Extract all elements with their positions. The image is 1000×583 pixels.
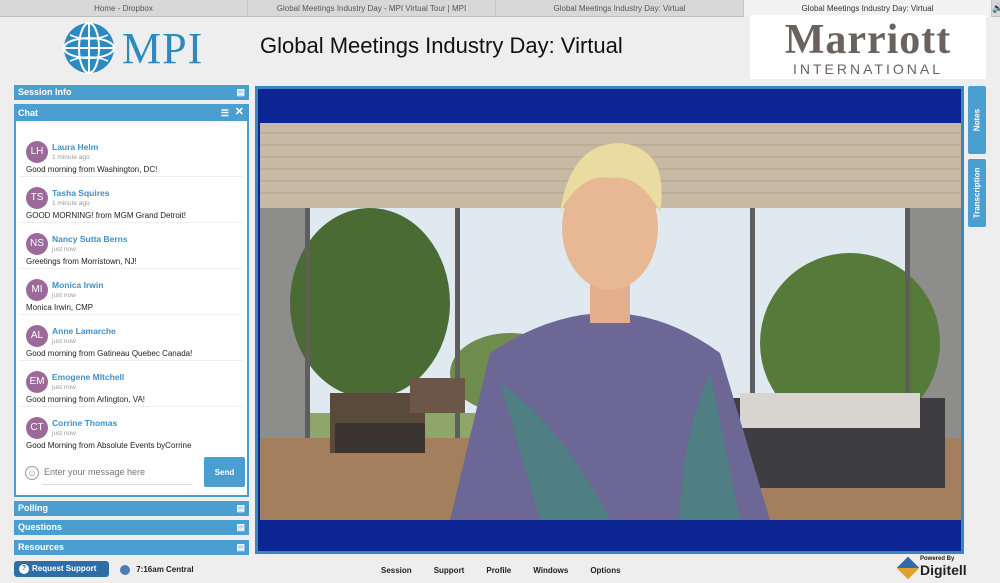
nav-profile[interactable]: Profile — [486, 566, 511, 575]
chat-message: LH Laura Helm 1 minute ago Good morning … — [20, 131, 243, 177]
footer-nav: Session Support Profile Windows Options — [381, 566, 643, 575]
collapse-icon[interactable]: ▤ — [236, 540, 245, 555]
menu-icon[interactable]: ☰ — [221, 106, 229, 121]
chat-message: NS Nancy Sutta Berns just now Greetings … — [20, 223, 243, 269]
chat-message: MI Monica Irwin just now Monica Irwin, C… — [20, 269, 243, 315]
digitell-brand: Digitell — [920, 562, 967, 578]
panel-title: Resources — [18, 542, 65, 552]
mpi-logo[interactable]: MPI — [62, 21, 203, 75]
message-text: Monica Irwin, CMP — [26, 303, 94, 312]
collapse-icon[interactable]: ▤ — [236, 520, 245, 535]
message-text: Good Morning from Absolute Events byCorr… — [26, 441, 192, 450]
message-time: 1 minute ago — [52, 154, 90, 161]
digitell-diamond-icon — [896, 556, 920, 580]
sponsor-logo[interactable]: Marriott INTERNATIONAL — [750, 15, 986, 79]
chat-message: TS Tasha Squires 1 minute ago GOOD MORNI… — [20, 177, 243, 223]
message-time: just now — [52, 292, 76, 299]
sponsor-subtitle: INTERNATIONAL — [793, 61, 943, 77]
request-support-label: Request Support — [32, 564, 97, 573]
tab-label: Notes — [972, 108, 982, 132]
message-author[interactable]: Anne Lamarche — [52, 326, 116, 336]
chat-message: AL Anne Lamarche just now Good morning f… — [20, 315, 243, 361]
chat-message: CT Corrine Thomas just now Good Morning … — [20, 407, 243, 453]
message-author[interactable]: Tasha Squires — [52, 188, 109, 198]
panel-title: Questions — [18, 522, 63, 532]
chat-message-list[interactable]: LH Laura Helm 1 minute ago Good morning … — [16, 121, 247, 450]
tab-extras: 🔊 ✕ + — [992, 0, 1000, 16]
avatar: CT — [26, 417, 48, 439]
message-text: Good morning from Arlington, VA! — [26, 395, 146, 404]
video-stage[interactable] — [258, 89, 961, 551]
message-author[interactable]: Monica Irwin — [52, 280, 103, 290]
send-button[interactable]: Send — [204, 457, 245, 487]
close-icon[interactable]: ✕ — [235, 105, 244, 120]
chat-panel: Chat ☰ ✕ LH Laura Helm 1 minute ago Good… — [14, 104, 249, 497]
panel-title: Session Info — [18, 87, 72, 97]
browser-tab[interactable]: Global Meetings Industry Day - MPI Virtu… — [248, 0, 496, 17]
chat-input-row: ☺ Send — [20, 457, 245, 489]
message-time: just now — [52, 430, 76, 437]
message-time: 1 minute ago — [52, 200, 90, 207]
message-time: just now — [52, 338, 76, 345]
nav-support[interactable]: Support — [434, 566, 465, 575]
emoji-icon[interactable]: ☺ — [25, 466, 39, 480]
avatar: NS — [26, 233, 48, 255]
browser-tab[interactable]: Global Meetings Industry Day: Virtual — [496, 0, 744, 17]
avatar: LH — [26, 141, 48, 163]
presenter-video-image — [260, 123, 961, 520]
message-text: GOOD MORNING! from MGM Grand Detroit! — [26, 211, 187, 220]
sponsor-name: Marriott — [784, 17, 952, 63]
message-time: just now — [52, 246, 76, 253]
message-text: Greetings from Morristown, NJ! — [26, 257, 137, 266]
tab-label: Transcription — [972, 167, 982, 219]
avatar: AL — [26, 325, 48, 347]
panel-resources[interactable]: Resources ▤ — [14, 540, 249, 555]
speaker-icon[interactable]: 🔊 — [992, 3, 1000, 14]
message-text: Good morning from Washington, DC! — [26, 165, 158, 174]
panel-questions[interactable]: Questions ▤ — [14, 520, 249, 535]
panel-title: Chat — [18, 108, 38, 118]
chat-header: Chat ☰ ✕ — [16, 106, 247, 121]
collapse-icon[interactable]: ▤ — [236, 85, 245, 100]
clock-icon — [120, 565, 130, 575]
tab-transcription[interactable]: Transcription — [968, 159, 986, 227]
avatar: MI — [26, 279, 48, 301]
page-title: Global Meetings Industry Day: Virtual — [260, 33, 623, 58]
clock-time: 7:16am Central — [136, 565, 194, 575]
message-author[interactable]: Emogene MItchell — [52, 372, 124, 382]
nav-session[interactable]: Session — [381, 566, 412, 575]
message-time: just now — [52, 384, 76, 391]
nav-windows[interactable]: Windows — [533, 566, 568, 575]
mpi-logo-text: MPI — [122, 23, 204, 73]
panel-session-info[interactable]: Session Info ▤ — [14, 85, 249, 100]
browser-tab[interactable]: Home - Dropbox — [0, 0, 248, 17]
avatar: TS — [26, 187, 48, 209]
panel-title: Polling — [18, 503, 48, 513]
request-support-button[interactable]: ? Request Support — [14, 561, 109, 577]
panel-polling[interactable]: Polling ▤ — [14, 501, 249, 516]
digitell-logo[interactable]: Powered By Digitell — [896, 556, 988, 580]
chat-message: EM Emogene MItchell just now Good mornin… — [20, 361, 243, 407]
video-player[interactable] — [255, 86, 964, 554]
globe-icon — [63, 22, 115, 74]
message-text: Good morning from Gatineau Quebec Canada… — [26, 349, 193, 358]
collapse-icon[interactable]: ▤ — [236, 501, 245, 516]
message-author[interactable]: Corrine Thomas — [52, 418, 117, 428]
chat-message-input[interactable] — [42, 459, 192, 485]
question-icon: ? — [19, 564, 29, 574]
clock: 7:16am Central — [120, 565, 194, 575]
header: MPI Global Meetings Industry Day: Virtua… — [0, 15, 1000, 85]
message-author[interactable]: Nancy Sutta Berns — [52, 234, 128, 244]
tab-notes[interactable]: Notes — [968, 86, 986, 154]
message-author[interactable]: Laura Helm — [52, 142, 98, 152]
nav-options[interactable]: Options — [590, 566, 620, 575]
avatar: EM — [26, 371, 48, 393]
